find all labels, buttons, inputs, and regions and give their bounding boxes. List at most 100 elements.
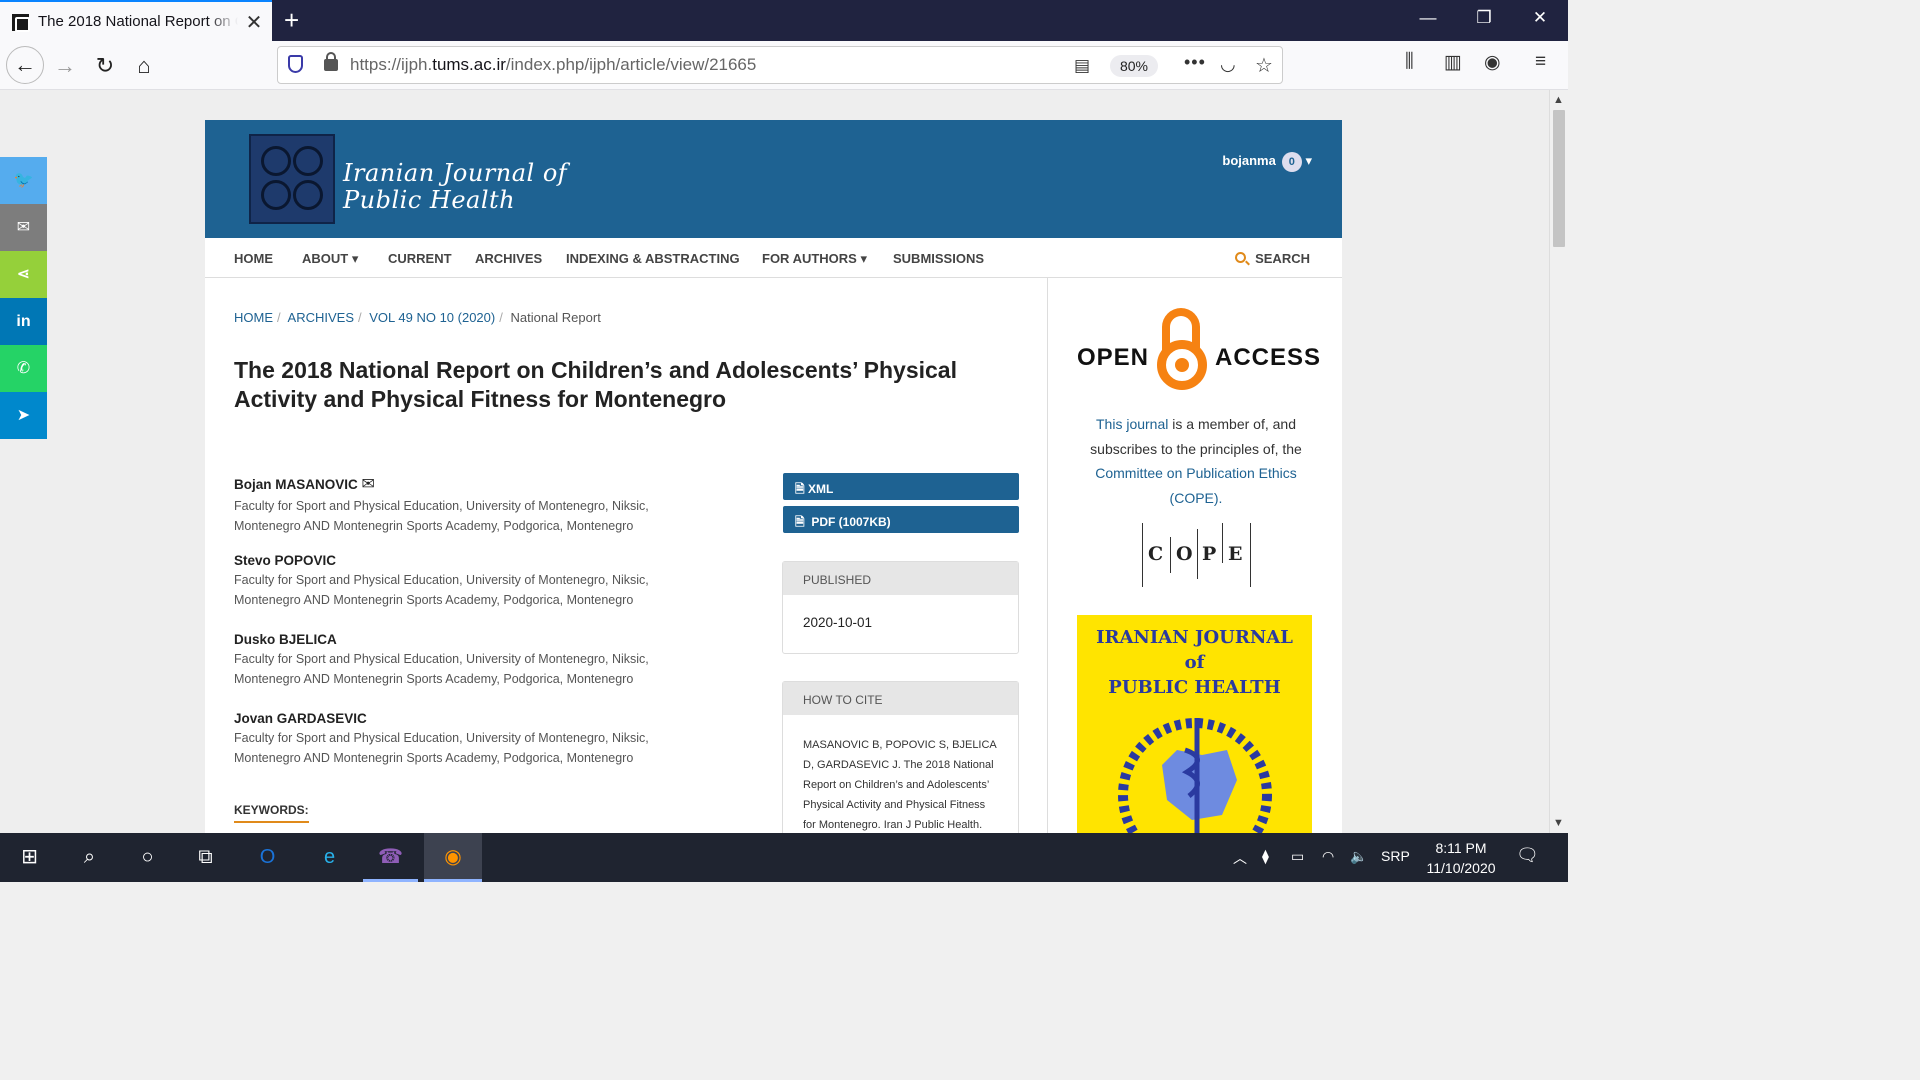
published-panel: PUBLISHED 2020-10-01 [782,561,1019,654]
author-name: Dusko BJELICA [234,632,337,647]
email-icon[interactable]: ✉ [0,204,47,251]
published-date: 2020-10-01 [803,615,873,630]
author-affiliation: Faculty for Sport and Physical Education… [234,573,649,607]
author-name: Bojan MASANOVIC [234,477,358,492]
menu-submissions[interactable]: SUBMISSIONS [893,251,984,266]
url-text[interactable]: https://ijph.tums.ac.ir/index.php/ijph/a… [350,55,756,75]
citation-text: MASANOVIC B, POPOVIC S, BJELICA D, GARDA… [803,739,997,831]
url-bar[interactable]: https://ijph.tums.ac.ir/index.php/ijph/a… [277,46,1283,84]
windows-start-icon[interactable]: ⊞ [2,833,57,882]
window-close-icon[interactable]: ✕ [1525,8,1555,28]
journal-favicon-icon [12,14,30,32]
xml-download-button[interactable]: 🗎 XML [783,473,1019,500]
breadcrumb-archives[interactable]: ARCHIVES [288,310,354,325]
breadcrumb-home[interactable]: HOME [234,310,273,325]
page-actions-icon[interactable]: ••• [1184,52,1206,73]
bookmark-star-icon[interactable]: ☆ [1255,53,1273,78]
breadcrumb-issue[interactable]: VOL 49 NO 10 (2020) [369,310,495,325]
outlook-icon[interactable]: O [240,833,295,882]
how-to-cite-label: HOW TO CITE [783,682,1018,715]
telegram-icon[interactable]: ➤ [0,392,47,439]
task-view-icon[interactable]: ⧉ [178,833,233,882]
reload-icon[interactable]: ↻ [88,49,122,83]
open-access-logo: OPEN ACCESS [1077,306,1320,394]
battery-icon[interactable]: ▭ [1291,848,1304,865]
menu-for-authors[interactable]: FOR AUTHORS ▾ [762,251,867,267]
email-icon[interactable]: ✉ [362,476,375,493]
keywords-heading: KEYWORDS: [234,803,309,823]
twitter-icon[interactable]: 🐦 [0,157,47,204]
account-icon[interactable]: ◉ [1484,51,1501,74]
edge-icon[interactable]: e [302,833,357,882]
cortana-icon[interactable]: ○ [120,833,175,882]
whatsapp-icon[interactable]: ✆ [0,345,47,392]
caret-down-icon: ▾ [351,251,359,266]
pdf-download-button[interactable]: 🗎 PDF (1007KB) [783,506,1019,533]
menu-indexing[interactable]: INDEXING & ABSTRACTING [566,251,740,266]
share-icon[interactable]: ⋖ [0,251,47,298]
dropbox-icon[interactable]: ⧫ [1262,848,1269,865]
home-icon[interactable]: ⌂ [127,49,161,83]
caret-down-icon: ▾ [860,251,868,266]
viber-icon[interactable]: ☎ [363,833,418,882]
menu-about[interactable]: ABOUT ▾ [302,251,358,267]
restore-icon[interactable]: ❐ [1469,8,1499,28]
search-link[interactable]: SEARCH [1235,251,1310,266]
file-icon: 🗎 [795,482,805,496]
pocket-icon[interactable]: ◡ [1220,54,1236,75]
minimize-icon[interactable]: — [1413,8,1443,28]
tray-overflow-icon[interactable]: ︿ [1233,848,1247,868]
linkedin-icon[interactable]: in [0,298,47,345]
scroll-up-icon[interactable]: ▲ [1553,94,1564,106]
pdf-file-icon: 🗎 [795,515,805,529]
author-affiliation: Faculty for Sport and Physical Education… [234,652,649,686]
vertical-scrollbar[interactable]: ▲ ▼ [1549,90,1568,833]
author-entry: Dusko BJELICA Faculty for Sport and Phys… [234,632,674,689]
menu-archives[interactable]: ARCHIVES [475,251,542,266]
menu-current[interactable]: CURRENT [388,251,452,266]
tracking-shield-icon[interactable] [288,55,303,73]
forward-icon[interactable]: → [48,49,82,83]
breadcrumb-current: National Report [510,310,601,325]
sidebar-toggle-icon[interactable]: ▥ [1444,51,1462,74]
system-clock[interactable]: 8:11 PM 11/10/2020 [1421,838,1501,878]
author-entry: Stevo POPOVIC Faculty for Sport and Phys… [234,553,674,610]
back-icon[interactable]: ← [6,46,44,84]
browser-tab[interactable]: The 2018 National Report on Children's a… [0,0,272,41]
journal-cover-image[interactable]: IRANIAN JOURNAL of PUBLIC HEALTH [1077,615,1312,833]
how-to-cite-panel: HOW TO CITE MASANOVIC B, POPOVIC S, BJEL… [782,681,1019,833]
author-entry: Jovan GARDASEVIC Faculty for Sport and P… [234,711,674,768]
hamburger-menu-icon[interactable]: ≡ [1535,51,1546,73]
author-entry: Bojan MASANOVIC ✉ Faculty for Sport and … [234,474,674,536]
wifi-icon[interactable]: ◠ [1322,848,1334,865]
notifications-icon[interactable]: 🗨 [1516,845,1539,866]
published-label: PUBLISHED [783,562,1018,595]
volume-icon[interactable]: 🔈 [1350,848,1367,865]
author-name: Stevo POPOVIC [234,553,337,568]
user-menu[interactable]: bojanma 0 ▾ [1222,152,1312,172]
close-tab-icon[interactable]: ✕ [244,10,264,34]
scrollbar-thumb[interactable] [1553,110,1565,247]
journal-logo-text[interactable]: Iranian Journal of Public Health [343,160,567,214]
new-tab-icon[interactable]: + [284,5,299,36]
cope-link[interactable]: Committee on Publication Ethics (COPE). [1095,465,1297,506]
lock-icon[interactable] [324,52,338,71]
web-viewport: Iranian Journal of Public Health bojanma… [0,90,1549,833]
cope-logo[interactable]: C O P E [1142,523,1252,587]
who-emblem-icon [1118,718,1272,833]
zoom-level[interactable]: 80% [1110,55,1158,77]
search-icon [1235,252,1247,263]
input-language[interactable]: SRP [1381,848,1410,864]
journal-header: Iranian Journal of Public Health bojanma… [205,120,1342,238]
library-icon[interactable]: ⫼ [1405,51,1414,73]
firefox-icon[interactable]: ◉ [424,833,482,882]
journal-logo-icon[interactable] [249,134,335,224]
article-title: The 2018 National Report on Children’s a… [234,357,957,412]
caret-down-icon: ▾ [1305,153,1312,168]
menu-home[interactable]: HOME [234,251,273,266]
breadcrumb: HOME / ARCHIVES / VOL 49 NO 10 (2020) / Nat… [234,310,601,325]
scroll-down-icon[interactable]: ▼ [1553,817,1564,829]
search-icon[interactable]: ⌕ [62,833,117,882]
this-journal-link[interactable]: This journal [1096,416,1168,432]
reader-view-icon[interactable]: ▤ [1074,56,1090,76]
